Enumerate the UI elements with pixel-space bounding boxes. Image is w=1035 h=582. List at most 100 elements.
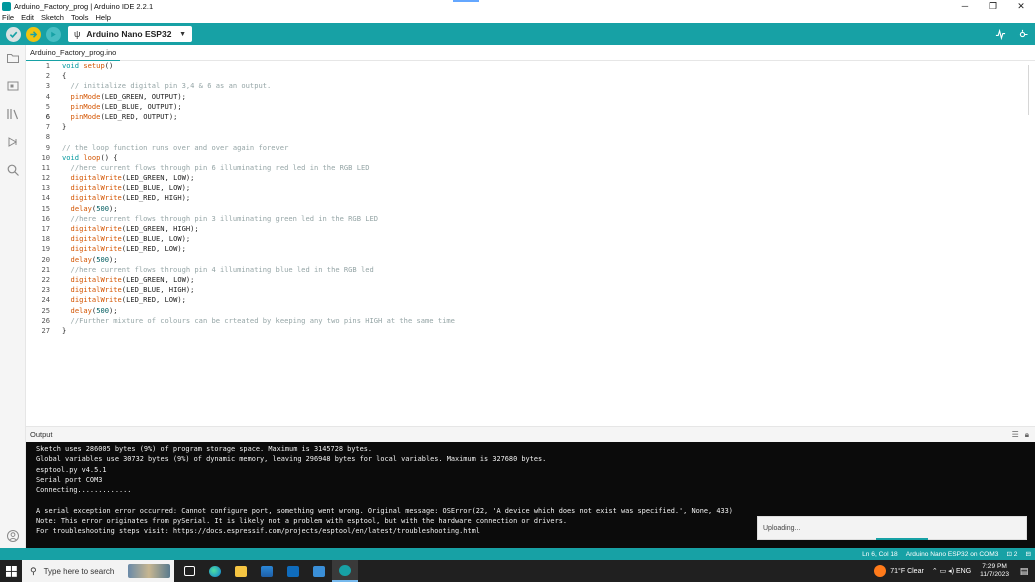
line-number: 27 — [41, 325, 50, 335]
code-line[interactable]: void setup() — [62, 61, 1035, 71]
code-line[interactable]: digitalWrite(LED_BLUE, LOW); — [62, 183, 1035, 193]
menu-sketch[interactable]: Sketch — [41, 13, 64, 22]
output-line: esptool.py v4.5.1 — [36, 465, 107, 474]
code-line[interactable]: //here current flows through pin 6 illum… — [62, 163, 1035, 173]
board-port-status[interactable]: Arduino Nano ESP32 on COM3 — [906, 551, 999, 558]
menu-file[interactable]: File — [2, 13, 14, 22]
menu-edit[interactable]: Edit — [21, 13, 34, 22]
code-line[interactable]: } — [62, 326, 1035, 336]
line-number: 21 — [41, 264, 50, 274]
output-line: Connecting............. — [36, 486, 132, 495]
maximize-button[interactable]: ❐ — [979, 0, 1007, 12]
chevron-down-icon: ▼ — [179, 30, 186, 38]
output-header: Output ☰ 🔒︎ — [26, 426, 1035, 442]
action-center-icon[interactable]: ▤ — [1017, 564, 1031, 578]
code-line[interactable]: digitalWrite(LED_BLUE, LOW); — [62, 234, 1035, 244]
code-line[interactable] — [62, 132, 1035, 142]
code-line[interactable]: } — [62, 122, 1035, 132]
code-line[interactable]: delay(500); — [62, 306, 1035, 316]
code-line[interactable]: void loop() { — [62, 153, 1035, 163]
search-icon[interactable] — [6, 163, 20, 177]
debug-icon — [51, 31, 56, 37]
code-content[interactable]: void setup(){ // initialize digital pin … — [62, 61, 1035, 336]
output-line: Global variables use 30732 bytes (9%) of… — [36, 455, 547, 464]
windows-taskbar: ⚲ Type here to search 71°F Clear ⌃ ▭ ◂) … — [0, 560, 1035, 582]
bell-icon[interactable]: ⊟ — [1025, 550, 1031, 558]
code-line[interactable]: //here current flows through pin 3 illum… — [62, 214, 1035, 224]
line-number: 3 — [45, 81, 50, 91]
menu-help[interactable]: Help — [95, 13, 110, 22]
notification-text: Uploading... — [763, 524, 801, 532]
windows-start-icon[interactable] — [0, 560, 22, 582]
photos-icon[interactable] — [306, 560, 332, 582]
close-button[interactable]: ✕ — [1007, 0, 1035, 12]
cursor-position[interactable]: Ln 6, Col 18 — [862, 551, 898, 558]
code-line[interactable]: digitalWrite(LED_GREEN, LOW); — [62, 173, 1035, 183]
file-explorer-icon[interactable] — [228, 560, 254, 582]
lock-scroll-icon[interactable]: 🔒︎ — [1025, 430, 1029, 440]
line-number: 20 — [41, 254, 50, 264]
minimize-button[interactable]: ─ — [951, 0, 979, 12]
code-line[interactable]: digitalWrite(LED_BLUE, HIGH); — [62, 285, 1035, 295]
line-number: 23 — [41, 285, 50, 295]
editor-scrollbar[interactable] — [1028, 65, 1029, 115]
code-line[interactable]: pinMode(LED_BLUE, OUTPUT); — [62, 102, 1035, 112]
code-line[interactable]: // the loop function runs over and over … — [62, 143, 1035, 153]
code-line[interactable]: { — [62, 71, 1035, 81]
code-line[interactable]: digitalWrite(LED_GREEN, LOW); — [62, 275, 1035, 285]
task-view-icon[interactable] — [176, 560, 202, 582]
serial-monitor-icon[interactable] — [1015, 27, 1029, 41]
code-line[interactable]: digitalWrite(LED_RED, HIGH); — [62, 193, 1035, 203]
account-icon[interactable] — [6, 529, 20, 543]
clear-output-icon[interactable]: ☰ — [1012, 430, 1019, 440]
code-line[interactable]: // initialize digital pin 3,4 & 6 as an … — [62, 81, 1035, 91]
status-bar: Ln 6, Col 18 Arduino Nano ESP32 on COM3 … — [0, 548, 1035, 560]
arduino-taskbar-icon[interactable] — [332, 560, 358, 582]
store-icon[interactable] — [254, 560, 280, 582]
verify-button[interactable] — [6, 26, 21, 42]
line-number: 9 — [45, 142, 50, 152]
weather-icon[interactable] — [874, 565, 887, 577]
line-number: 16 — [41, 213, 50, 223]
code-line[interactable]: delay(500); — [62, 204, 1035, 214]
line-number: 4 — [45, 91, 50, 101]
left-sidebar — [0, 45, 26, 548]
editor-tab-bar: Arduino_Factory_prog.ino — [26, 45, 1035, 61]
system-tray: 71°F Clear ⌃ ▭ ◂) ENG 7:29 PM 11/7/2023 … — [874, 560, 1035, 582]
line-number: 5 — [45, 101, 50, 111]
title-progress-indicator — [453, 0, 479, 2]
line-number: 18 — [41, 234, 50, 244]
weather-text[interactable]: 71°F Clear — [890, 568, 924, 575]
code-line[interactable]: delay(500); — [62, 255, 1035, 265]
tray-icons[interactable]: ⌃ ▭ ◂) ENG — [932, 567, 971, 575]
line-number: 11 — [41, 162, 50, 172]
line-number: 1 — [45, 61, 50, 70]
serial-plotter-icon[interactable] — [993, 27, 1007, 41]
library-manager-icon[interactable] — [6, 107, 20, 121]
notification-count[interactable]: ⊡ 2 — [1006, 550, 1017, 558]
mail-icon[interactable] — [280, 560, 306, 582]
clock-time: 7:29 PM — [982, 563, 1007, 570]
board-selector[interactable]: ψ Arduino Nano ESP32 ▼ — [68, 26, 192, 42]
tab-sketch-file[interactable]: Arduino_Factory_prog.ino — [26, 45, 121, 61]
code-line[interactable]: digitalWrite(LED_RED, LOW); — [62, 244, 1035, 254]
upload-button[interactable] — [26, 26, 41, 42]
search-placeholder: Type here to search — [43, 566, 115, 576]
boards-manager-icon[interactable] — [6, 79, 20, 93]
code-line[interactable]: //Further mixture of colours can be crte… — [62, 316, 1035, 326]
code-editor[interactable]: 1 2 3 4 5 6 7 8 9 10 11 12 13 14 15 16 17 18 19 20 21 22 23 24 2… — [26, 61, 1035, 426]
debug-button[interactable] — [46, 26, 61, 42]
line-number: 15 — [41, 203, 50, 213]
code-line[interactable]: digitalWrite(LED_RED, LOW); — [62, 295, 1035, 305]
code-line[interactable]: pinMode(LED_RED, OUTPUT); — [62, 112, 1035, 122]
output-title: Output — [30, 430, 53, 439]
sketchbook-icon[interactable] — [6, 51, 20, 65]
line-number: 2 — [45, 71, 50, 81]
edge-icon[interactable] — [202, 560, 228, 582]
debug-panel-icon[interactable] — [6, 135, 20, 149]
clock[interactable]: 7:29 PM 11/7/2023 — [980, 563, 1009, 579]
code-line[interactable]: digitalWrite(LED_GREEN, HIGH); — [62, 224, 1035, 234]
menu-tools[interactable]: Tools — [71, 13, 89, 22]
code-line[interactable]: //here current flows through pin 4 illum… — [62, 265, 1035, 275]
code-line[interactable]: pinMode(LED_GREEN, OUTPUT); — [62, 92, 1035, 102]
